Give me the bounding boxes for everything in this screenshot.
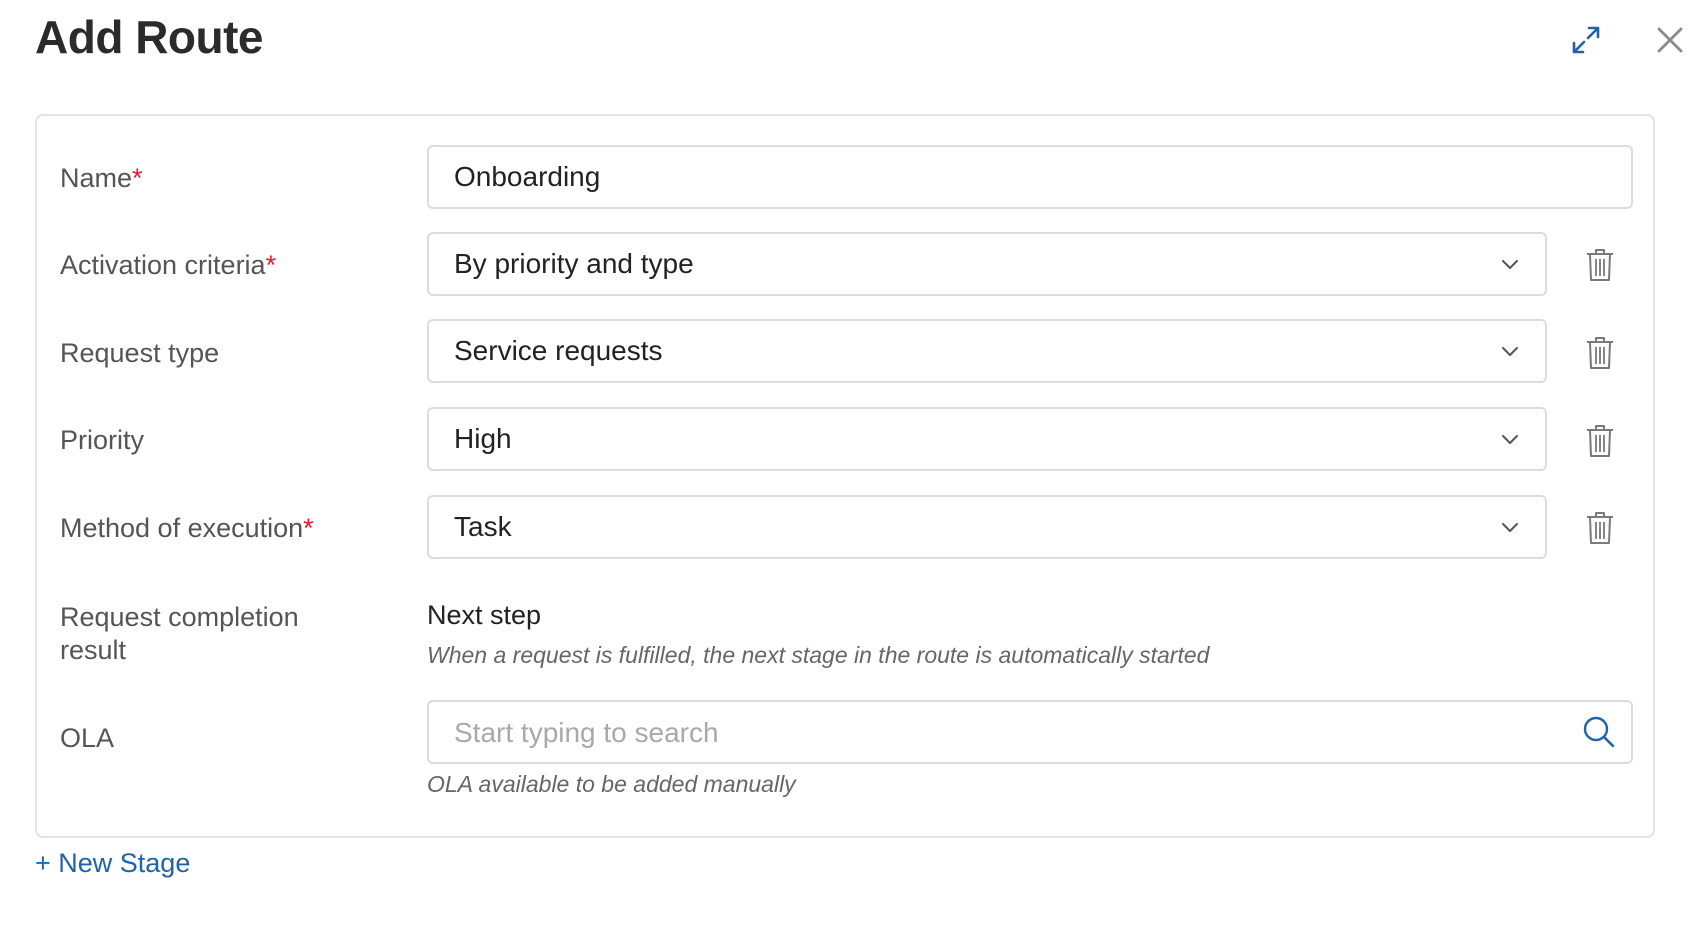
chevron-down-icon xyxy=(1502,523,1518,532)
priority-value: High xyxy=(454,423,512,454)
method-of-execution-label: Method of execution* xyxy=(60,513,314,543)
required-mark: * xyxy=(303,513,314,543)
dialog-title: Add Route xyxy=(35,11,264,63)
activation-criteria-label: Activation criteria* xyxy=(60,250,277,280)
activation-criteria-value: By priority and type xyxy=(454,248,694,279)
expand-button[interactable] xyxy=(1568,22,1604,58)
trash-icon[interactable] xyxy=(1585,335,1615,371)
request-completion-result-value: Next step xyxy=(427,600,542,630)
expand-icon xyxy=(1572,26,1600,54)
activation-criteria-select[interactable]: By priority and type xyxy=(427,232,1547,296)
trash-icon[interactable] xyxy=(1585,423,1615,459)
required-mark: * xyxy=(132,163,143,193)
request-completion-result-label: Request completion result xyxy=(60,602,299,665)
name-value: Onboarding xyxy=(454,161,601,192)
new-stage-link[interactable]: + New Stage xyxy=(35,848,190,879)
chevron-down-icon xyxy=(1502,260,1518,269)
ola-search-field[interactable] xyxy=(427,700,1633,764)
chevron-down-icon xyxy=(1502,435,1518,444)
ola-hint: OLA available to be added manually xyxy=(427,771,796,797)
add-route-dialog: Add Route Name* Onboarding Activation cr… xyxy=(0,0,1699,928)
method-of-execution-select[interactable]: Task xyxy=(427,495,1547,559)
method-of-execution-value: Task xyxy=(454,511,512,542)
request-type-label: Request type xyxy=(60,338,220,368)
request-type-value: Service requests xyxy=(454,335,663,366)
required-mark: * xyxy=(265,250,277,280)
close-button[interactable] xyxy=(1650,20,1690,60)
request-type-select[interactable]: Service requests xyxy=(427,319,1547,383)
request-completion-result-hint: When a request is fulfilled, the next st… xyxy=(427,642,1210,668)
search-icon[interactable] xyxy=(1581,714,1617,750)
priority-select[interactable]: High xyxy=(427,407,1547,471)
name-label: Name* xyxy=(60,163,143,193)
priority-label: Priority xyxy=(60,425,145,455)
trash-icon[interactable] xyxy=(1585,510,1615,546)
ola-search-input[interactable] xyxy=(452,708,1556,758)
ola-label: OLA xyxy=(60,723,115,753)
chevron-down-icon xyxy=(1502,347,1518,356)
trash-icon[interactable] xyxy=(1585,247,1615,283)
name-field[interactable]: Onboarding xyxy=(427,145,1633,209)
close-icon xyxy=(1657,27,1683,53)
